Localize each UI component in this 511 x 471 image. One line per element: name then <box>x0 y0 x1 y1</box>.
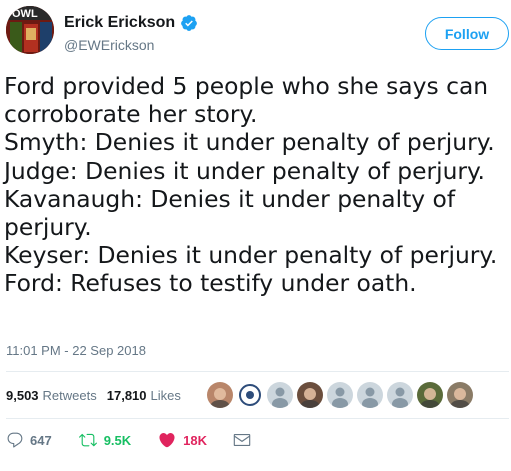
user-handle[interactable]: @EWErickson <box>64 37 154 53</box>
retweet-icon <box>78 433 97 447</box>
retweets-stat[interactable]: 9,503 Retweets <box>6 388 97 403</box>
tweet-actions: 647 9.5K 18K <box>6 430 257 450</box>
engagement-stats: 9,503 Retweets 17,810 Likes <box>6 383 191 407</box>
tweet-text-line: Ford provided 5 people who she says can <box>4 72 489 100</box>
verified-badge-icon <box>180 14 198 32</box>
tweet-text-line: Keyser: Denies it under penalty of perju… <box>4 241 498 270</box>
retweet-button[interactable]: 9.5K <box>78 431 131 449</box>
name-row: Erick Erickson <box>64 13 198 33</box>
tweet-text-line: perjury. <box>4 213 92 242</box>
liker-avatar[interactable] <box>357 382 383 408</box>
retweets-label: Retweets <box>42 387 97 403</box>
reply-icon <box>7 432 23 448</box>
tweet-timestamp[interactable]: 11:01 PM - 22 Sep 2018 <box>6 343 146 358</box>
liker-avatar[interactable] <box>447 382 473 408</box>
tweet-text: Ford provided 5 people who she says can … <box>4 72 510 298</box>
liker-avatar[interactable] <box>267 382 293 408</box>
like-count: 18K <box>183 432 208 448</box>
tweet-text-line: Ford: Refuses to testify under oath. <box>4 269 417 298</box>
tweet-text-line: corroborate her story. <box>4 100 258 129</box>
liker-avatar[interactable] <box>297 382 323 408</box>
liker-avatar[interactable] <box>237 382 263 408</box>
liker-avatar[interactable] <box>417 382 443 408</box>
tweet-header: OWL Erick Erickson @EWErickson Follow <box>0 0 511 66</box>
display-name[interactable]: Erick Erickson <box>64 14 175 32</box>
liker-avatar[interactable] <box>327 382 353 408</box>
avatar[interactable]: OWL <box>6 6 54 54</box>
like-button[interactable]: 18K <box>157 431 207 449</box>
reply-button[interactable]: 647 <box>6 431 52 449</box>
divider <box>6 371 509 372</box>
tweet-text-line: Smyth: Denies it under penalty of perjur… <box>4 128 495 157</box>
reply-count: 647 <box>30 432 52 448</box>
divider <box>6 418 509 419</box>
likes-label: Likes <box>150 387 181 403</box>
tweet-card: OWL Erick Erickson @EWErickson Follow Fo… <box>0 0 511 471</box>
follow-button[interactable]: Follow <box>425 17 509 50</box>
liker-avatars <box>207 382 477 410</box>
liker-avatar[interactable] <box>207 382 233 408</box>
liker-avatar[interactable] <box>387 382 413 408</box>
likes-count: 17,810 <box>106 387 147 403</box>
retweets-count: 9,503 <box>6 387 39 403</box>
direct-message-button[interactable] <box>233 431 257 449</box>
tweet-text-line: Kavanaugh: Denies it under penalty of <box>4 184 456 213</box>
heart-icon <box>159 433 175 448</box>
svg-text:OWL: OWL <box>12 8 38 20</box>
likes-stat[interactable]: 17,810 Likes <box>107 388 181 403</box>
envelope-icon <box>233 434 251 446</box>
tweet-text-line: Judge: Denies it under penalty of perjur… <box>4 156 485 185</box>
retweet-count: 9.5K <box>103 432 132 448</box>
